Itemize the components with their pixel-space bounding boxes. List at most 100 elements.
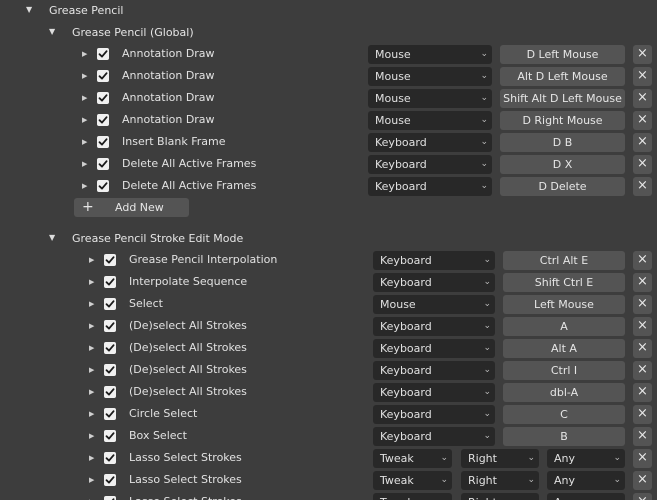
enabled-checkbox[interactable] bbox=[97, 70, 109, 82]
input-type-select[interactable]: Tweak ⌄ bbox=[373, 493, 452, 500]
remove-button[interactable]: × bbox=[633, 251, 652, 270]
input-type-select[interactable]: Keyboard ⌄ bbox=[373, 383, 495, 402]
remove-button[interactable]: × bbox=[633, 89, 652, 108]
input-type-select[interactable]: Keyboard ⌄ bbox=[368, 177, 492, 196]
input-type-select[interactable]: Keyboard ⌄ bbox=[373, 361, 495, 380]
remove-button[interactable]: × bbox=[633, 427, 652, 446]
enabled-checkbox[interactable] bbox=[104, 298, 116, 310]
remove-button[interactable]: × bbox=[633, 67, 652, 86]
input-type-select[interactable]: Keyboard ⌄ bbox=[373, 339, 495, 358]
input-type-select[interactable]: Mouse ⌄ bbox=[368, 111, 492, 130]
key-combo-button[interactable]: D Right Mouse bbox=[500, 111, 625, 130]
key-combo-button[interactable]: D B bbox=[500, 133, 625, 152]
remove-button[interactable]: × bbox=[633, 317, 652, 336]
key-combo-button[interactable]: D X bbox=[500, 155, 625, 174]
enabled-checkbox[interactable] bbox=[97, 48, 109, 60]
input-type-select[interactable]: Keyboard ⌄ bbox=[368, 133, 492, 152]
enabled-checkbox[interactable] bbox=[104, 430, 116, 442]
direction-select[interactable]: Right ⌄ bbox=[461, 493, 539, 500]
triangle-right-icon[interactable]: ▶ bbox=[89, 300, 94, 308]
key-combo-button[interactable]: Ctrl Alt E bbox=[503, 251, 625, 270]
key-combo-button[interactable]: C bbox=[503, 405, 625, 424]
enabled-checkbox[interactable] bbox=[104, 320, 116, 332]
enabled-checkbox[interactable] bbox=[104, 496, 116, 500]
triangle-right-icon[interactable]: ▶ bbox=[82, 182, 87, 190]
modifier-select[interactable]: Any ⌄ bbox=[547, 449, 625, 468]
remove-button[interactable]: × bbox=[633, 493, 652, 500]
input-type-select[interactable]: Keyboard ⌄ bbox=[368, 155, 492, 174]
key-combo-button[interactable]: D Delete bbox=[500, 177, 625, 196]
input-type-select[interactable]: Mouse ⌄ bbox=[368, 89, 492, 108]
input-type-select[interactable]: Keyboard ⌄ bbox=[373, 251, 495, 270]
enabled-checkbox[interactable] bbox=[104, 408, 116, 420]
triangle-down-icon[interactable]: ▼ bbox=[49, 27, 59, 36]
input-type-select[interactable]: Keyboard ⌄ bbox=[373, 405, 495, 424]
triangle-right-icon[interactable]: ▶ bbox=[89, 344, 94, 352]
triangle-right-icon[interactable]: ▶ bbox=[89, 432, 94, 440]
input-type-select[interactable]: Mouse ⌄ bbox=[373, 295, 495, 314]
direction-select[interactable]: Right ⌄ bbox=[461, 449, 539, 468]
remove-button[interactable]: × bbox=[633, 471, 652, 490]
key-combo-button[interactable]: D Left Mouse bbox=[500, 45, 625, 64]
input-type-select[interactable]: Tweak ⌄ bbox=[373, 449, 452, 468]
triangle-right-icon[interactable]: ▶ bbox=[89, 388, 94, 396]
remove-button[interactable]: × bbox=[633, 273, 652, 292]
triangle-right-icon[interactable]: ▶ bbox=[89, 278, 94, 286]
remove-button[interactable]: × bbox=[633, 45, 652, 64]
triangle-right-icon[interactable]: ▶ bbox=[89, 454, 94, 462]
triangle-right-icon[interactable]: ▶ bbox=[82, 94, 87, 102]
triangle-right-icon[interactable]: ▶ bbox=[82, 116, 87, 124]
input-type-select[interactable]: Keyboard ⌄ bbox=[373, 273, 495, 292]
direction-select[interactable]: Right ⌄ bbox=[461, 471, 539, 490]
key-combo-button[interactable]: Alt A bbox=[503, 339, 625, 358]
remove-button[interactable]: × bbox=[633, 133, 652, 152]
key-combo-button[interactable]: A bbox=[503, 317, 625, 336]
triangle-right-icon[interactable]: ▶ bbox=[82, 138, 87, 146]
section-grease-pencil-global[interactable]: ▼ Grease Pencil (Global) bbox=[0, 21, 657, 43]
remove-button[interactable]: × bbox=[633, 177, 652, 196]
triangle-right-icon[interactable]: ▶ bbox=[89, 366, 94, 374]
triangle-right-icon[interactable]: ▶ bbox=[82, 72, 87, 80]
enabled-checkbox[interactable] bbox=[104, 342, 116, 354]
triangle-right-icon[interactable]: ▶ bbox=[82, 50, 87, 58]
triangle-right-icon[interactable]: ▶ bbox=[89, 322, 94, 330]
enabled-checkbox[interactable] bbox=[97, 158, 109, 170]
enabled-checkbox[interactable] bbox=[104, 474, 116, 486]
enabled-checkbox[interactable] bbox=[104, 386, 116, 398]
remove-button[interactable]: × bbox=[633, 111, 652, 130]
enabled-checkbox[interactable] bbox=[97, 136, 109, 148]
modifier-select[interactable]: Any ⌄ bbox=[547, 471, 625, 490]
key-combo-button[interactable]: Alt D Left Mouse bbox=[500, 67, 625, 86]
remove-button[interactable]: × bbox=[633, 405, 652, 424]
key-combo-button[interactable]: B bbox=[503, 427, 625, 446]
section-stroke-edit-mode[interactable]: ▼ Grease Pencil Stroke Edit Mode bbox=[0, 227, 657, 249]
enabled-checkbox[interactable] bbox=[97, 180, 109, 192]
add-new-button[interactable]: + Add New bbox=[74, 198, 189, 217]
input-type-select[interactable]: Mouse ⌄ bbox=[368, 45, 492, 64]
modifier-select[interactable]: Any ⌄ bbox=[547, 493, 625, 500]
key-combo-button[interactable]: Shift Ctrl E bbox=[503, 273, 625, 292]
section-grease-pencil[interactable]: ▼ Grease Pencil bbox=[0, 0, 657, 22]
triangle-right-icon[interactable]: ▶ bbox=[89, 410, 94, 418]
remove-button[interactable]: × bbox=[633, 155, 652, 174]
enabled-checkbox[interactable] bbox=[97, 114, 109, 126]
remove-button[interactable]: × bbox=[633, 361, 652, 380]
key-combo-button[interactable]: Shift Alt D Left Mouse bbox=[500, 89, 625, 108]
input-type-select[interactable]: Mouse ⌄ bbox=[368, 67, 492, 86]
triangle-right-icon[interactable]: ▶ bbox=[89, 256, 94, 264]
enabled-checkbox[interactable] bbox=[104, 254, 116, 266]
enabled-checkbox[interactable] bbox=[104, 364, 116, 376]
input-type-select[interactable]: Keyboard ⌄ bbox=[373, 427, 495, 446]
key-combo-button[interactable]: Ctrl I bbox=[503, 361, 625, 380]
triangle-right-icon[interactable]: ▶ bbox=[89, 476, 94, 484]
key-combo-button[interactable]: dbl-A bbox=[503, 383, 625, 402]
remove-button[interactable]: × bbox=[633, 339, 652, 358]
enabled-checkbox[interactable] bbox=[104, 452, 116, 464]
remove-button[interactable]: × bbox=[633, 295, 652, 314]
triangle-right-icon[interactable]: ▶ bbox=[82, 160, 87, 168]
input-type-select[interactable]: Tweak ⌄ bbox=[373, 471, 452, 490]
remove-button[interactable]: × bbox=[633, 449, 652, 468]
remove-button[interactable]: × bbox=[633, 383, 652, 402]
triangle-down-icon[interactable]: ▼ bbox=[26, 5, 36, 14]
enabled-checkbox[interactable] bbox=[97, 92, 109, 104]
